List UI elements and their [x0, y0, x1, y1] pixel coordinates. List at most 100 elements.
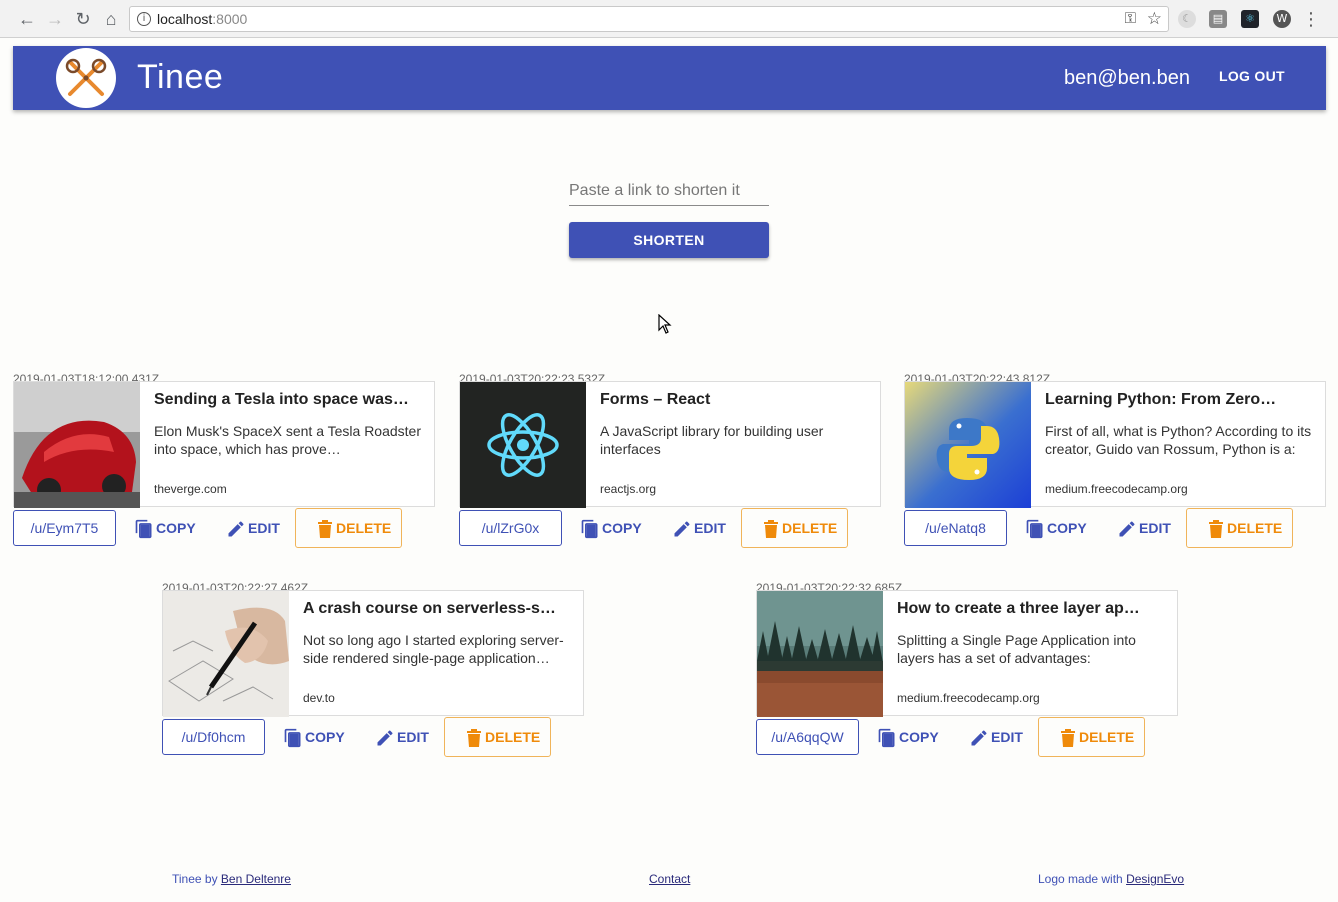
link-thumbnail	[905, 382, 1031, 508]
key-icon[interactable]: ⚿	[1125, 10, 1136, 27]
delete-button[interactable]: DELETE	[1038, 717, 1145, 757]
reload-icon[interactable]: ↻	[72, 8, 94, 30]
edit-button[interactable]: EDIT	[672, 510, 732, 546]
link-preview[interactable]: Sending a Tesla into space was… Elon Mus…	[13, 381, 435, 508]
copy-label: COPY	[899, 729, 939, 745]
extension-archive-icon[interactable]: ▤	[1209, 10, 1227, 28]
delete-label: DELETE	[336, 520, 392, 536]
url-text[interactable]: localhost:8000	[157, 11, 247, 27]
mouse-pointer-icon	[658, 314, 672, 334]
short-url-button[interactable]: /u/Eym7T5	[13, 510, 116, 546]
contact-link[interactable]: Contact	[649, 872, 690, 886]
delete-label: DELETE	[782, 520, 838, 536]
copy-button[interactable]: COPY	[283, 719, 353, 755]
url-port: :8000	[212, 11, 248, 27]
link-preview[interactable]: Forms – React A JavaScript library for b…	[459, 381, 881, 508]
link-domain: medium.freecodecamp.org	[897, 691, 1040, 705]
edit-label: EDIT	[1139, 520, 1171, 536]
link-actions: /u/eNatq8 COPY EDIT DELETE	[904, 508, 1326, 549]
link-card: 2019-01-03T18:12:00.431Z Sending a Tesla…	[13, 372, 435, 562]
browser-menu-icon[interactable]: ⋮	[1302, 8, 1320, 30]
footer-logo-prefix: Logo made with	[1038, 872, 1127, 886]
forward-arrow-icon[interactable]: →	[44, 8, 66, 30]
logo[interactable]	[56, 48, 116, 108]
edit-label: EDIT	[397, 729, 429, 745]
link-domain: dev.to	[303, 691, 335, 705]
extension-moon-icon[interactable]: ☾	[1178, 10, 1196, 28]
link-thumbnail	[460, 382, 586, 508]
edit-button[interactable]: EDIT	[1117, 510, 1177, 546]
link-title: How to create a three layer ap…	[897, 600, 1140, 617]
link-actions: /u/lZrG0x COPY EDIT DELETE	[459, 508, 881, 549]
user-email: ben@ben.ben	[1064, 67, 1190, 89]
browser-toolbar: ← → ↻ ⌂ i localhost:8000 ⚿ ☆ ☾ ▤ ⚛ W ⋮	[0, 0, 1338, 38]
link-domain: reactjs.org	[600, 482, 657, 496]
author-link[interactable]: Ben Deltenre	[221, 872, 291, 886]
short-url-button[interactable]: /u/lZrG0x	[459, 510, 562, 546]
address-bar[interactable]: i localhost:8000 ⚿ ☆	[129, 6, 1169, 32]
footer-logo-credit: Logo made with DesignEvo	[1038, 872, 1184, 886]
copy-label: COPY	[305, 729, 345, 745]
bookmark-star-icon[interactable]: ☆	[1147, 9, 1162, 29]
link-card: 2019-01-03T20:22:32.685Z How to create a…	[756, 581, 1178, 771]
footer-credit-prefix: Tinee by	[172, 872, 221, 886]
delete-label: DELETE	[485, 729, 541, 745]
link-domain: medium.freecodecamp.org	[1045, 482, 1188, 496]
short-url-button[interactable]: /u/A6qqQW	[756, 719, 859, 755]
scissors-icon	[65, 58, 107, 96]
link-thumbnail	[163, 591, 289, 717]
edit-label: EDIT	[248, 520, 280, 536]
url-host: localhost	[157, 11, 213, 27]
link-domain: theverge.com	[154, 482, 227, 496]
edit-label: EDIT	[694, 520, 726, 536]
short-url-button[interactable]: /u/Df0hcm	[162, 719, 265, 755]
delete-label: DELETE	[1227, 520, 1283, 536]
delete-button[interactable]: DELETE	[1186, 508, 1293, 548]
link-description: First of all, what is Python? According …	[1045, 423, 1312, 457]
copy-button[interactable]: COPY	[134, 510, 204, 546]
link-card: 2019-01-03T20:22:23.532Z Forms – React A…	[459, 372, 881, 562]
copy-button[interactable]: COPY	[1025, 510, 1095, 546]
link-preview[interactable]: Learning Python: From Zero… First of all…	[904, 381, 1326, 508]
app-bar: Tinee ben@ben.ben LOG OUT	[13, 46, 1326, 110]
extension-w-icon[interactable]: W	[1273, 10, 1291, 28]
link-thumbnail	[757, 591, 883, 717]
link-thumbnail	[14, 382, 140, 508]
shorten-button[interactable]: SHORTEN	[569, 222, 769, 258]
link-title: Forms – React	[600, 391, 711, 408]
edit-button[interactable]: EDIT	[969, 719, 1029, 755]
logout-button[interactable]: LOG OUT	[1219, 68, 1285, 84]
edit-button[interactable]: EDIT	[375, 719, 435, 755]
delete-button[interactable]: DELETE	[444, 717, 551, 757]
footer-contact: Contact	[649, 872, 690, 886]
delete-button[interactable]: DELETE	[741, 508, 848, 548]
link-description: A JavaScript library for building user i…	[600, 423, 824, 457]
link-description: Elon Musk's SpaceX sent a Tesla Roadster…	[154, 423, 421, 457]
edit-label: EDIT	[991, 729, 1023, 745]
edit-button[interactable]: EDIT	[226, 510, 286, 546]
back-arrow-icon[interactable]: ←	[16, 8, 38, 30]
link-actions: /u/Df0hcm COPY EDIT DELETE	[162, 717, 584, 758]
app-title[interactable]: Tinee	[137, 58, 223, 97]
footer-credit: Tinee by Ben Deltenre	[172, 872, 291, 886]
link-title: Learning Python: From Zero…	[1045, 391, 1277, 408]
short-url-button[interactable]: /u/eNatq8	[904, 510, 1007, 546]
link-input[interactable]	[569, 176, 769, 206]
home-icon[interactable]: ⌂	[100, 8, 122, 30]
designevo-link[interactable]: DesignEvo	[1126, 872, 1184, 886]
delete-label: DELETE	[1079, 729, 1135, 745]
copy-button[interactable]: COPY	[877, 719, 947, 755]
link-description: Splitting a Single Page Application into…	[897, 632, 1136, 666]
info-icon[interactable]: i	[137, 12, 151, 26]
link-actions: /u/Eym7T5 COPY EDIT DELETE	[13, 508, 435, 549]
link-actions: /u/A6qqQW COPY EDIT DELETE	[756, 717, 1178, 758]
link-preview[interactable]: A crash course on serverless-s… Not so l…	[162, 590, 584, 717]
link-preview[interactable]: How to create a three layer ap… Splittin…	[756, 590, 1178, 717]
link-title: A crash course on serverless-s…	[303, 600, 556, 617]
react-devtools-icon[interactable]: ⚛	[1241, 10, 1259, 28]
link-card: 2019-01-03T20:22:43.812Z Learning Python…	[904, 372, 1326, 562]
delete-button[interactable]: DELETE	[295, 508, 402, 548]
copy-button[interactable]: COPY	[580, 510, 650, 546]
link-card: 2019-01-03T20:22:27.462Z A crash course …	[162, 581, 584, 771]
copy-label: COPY	[1047, 520, 1087, 536]
